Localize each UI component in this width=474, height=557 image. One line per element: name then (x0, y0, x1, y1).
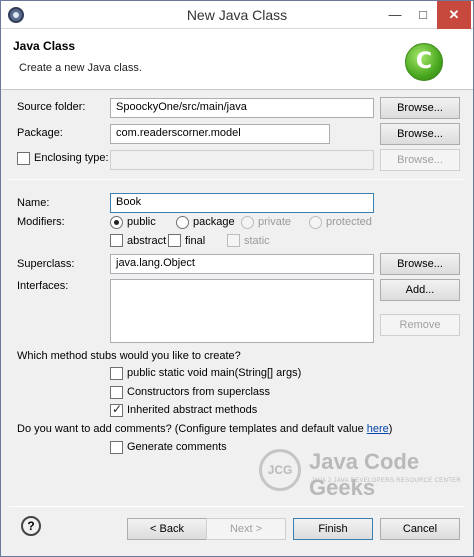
method-stubs-question: Which method stubs would you like to cre… (17, 350, 241, 362)
cancel-button[interactable]: Cancel (380, 518, 460, 540)
finish-button[interactable]: Finish (293, 518, 373, 540)
package-label: Package: (17, 127, 63, 139)
static-checkbox[interactable] (227, 234, 240, 247)
configure-templates-link[interactable]: here (367, 423, 389, 435)
maximize-button[interactable]: □ (406, 1, 440, 29)
enclosing-type-label: Enclosing type: (34, 152, 109, 164)
superclass-field[interactable]: java.lang.Object (110, 254, 374, 274)
interfaces-add-button[interactable]: Add... (380, 279, 460, 301)
source-folder-browse-button[interactable]: Browse... (380, 97, 460, 119)
button-bar: ? < Back Next > Finish Cancel (1, 509, 473, 556)
interfaces-remove-button[interactable]: Remove (380, 314, 460, 336)
generate-comments-checkbox[interactable] (110, 441, 123, 454)
page-description: Create a new Java class. (19, 62, 142, 74)
comments-question-suffix: ) (388, 423, 393, 435)
inherited-methods-label: Inherited abstract methods (127, 404, 258, 416)
protected-radio-label: protected (326, 216, 372, 228)
footer-separator (9, 506, 465, 507)
constructors-checkbox[interactable] (110, 386, 123, 399)
private-radio-label: private (258, 216, 292, 228)
interfaces-label: Interfaces: (17, 280, 69, 292)
final-checkbox[interactable] (168, 234, 181, 247)
comments-question: Do you want to add comments? (Configure … (17, 423, 392, 435)
public-radio-label: public (127, 216, 156, 228)
watermark-logo: JCG (259, 449, 301, 491)
watermark-tagline: JAVA 2 JAVA DEVELOPERS RESOURCE CENTER (311, 478, 461, 484)
abstract-checkbox-label: abstract (127, 235, 167, 247)
separator (9, 179, 465, 180)
protected-radio[interactable] (309, 216, 322, 229)
back-button[interactable]: < Back (127, 518, 207, 540)
interfaces-list[interactable] (110, 279, 374, 343)
main-method-label: public static void main(String[] args) (127, 367, 302, 379)
java-class-logo-icon: C (405, 43, 443, 81)
name-label: Name: (17, 197, 50, 209)
static-checkbox-label: static (244, 235, 270, 247)
final-checkbox-label: final (185, 235, 206, 247)
comments-question-text: Do you want to add comments? (Configure … (17, 423, 367, 435)
enclosing-type-checkbox[interactable] (17, 152, 30, 165)
title-bar: New Java Class — □ ✕ (1, 1, 473, 29)
package-browse-button[interactable]: Browse... (380, 123, 460, 145)
wizard-banner: Java Class Create a new Java class. (1, 29, 473, 90)
source-folder-field[interactable]: SpoockyOne/src/main/java (110, 98, 374, 118)
generate-comments-label: Generate comments (127, 441, 227, 453)
constructors-label: Constructors from superclass (127, 386, 271, 398)
source-folder-label-text: Source folder: (17, 101, 86, 113)
private-radio[interactable] (241, 216, 254, 229)
page-title: Java Class (13, 39, 76, 53)
main-method-checkbox[interactable] (110, 367, 123, 380)
watermark: JCG Java Code Geeks JAVA 2 JAVA DEVELOPE… (259, 447, 464, 500)
package-radio-label: package (193, 216, 235, 228)
package-field[interactable]: com.readerscorner.model (110, 124, 330, 144)
superclass-browse-button[interactable]: Browse... (380, 253, 460, 275)
enclosing-type-field[interactable] (110, 150, 374, 170)
package-radio[interactable] (176, 216, 189, 229)
close-button[interactable]: ✕ (437, 1, 471, 29)
name-field[interactable]: Book (110, 193, 374, 213)
inherited-methods-checkbox[interactable] (110, 402, 123, 417)
superclass-label: Superclass: (17, 258, 75, 270)
next-button[interactable]: Next > (206, 518, 286, 540)
public-radio[interactable] (110, 216, 123, 229)
source-folder-label: Source folder: (17, 101, 85, 113)
modifiers-label: Modifiers: (17, 216, 65, 228)
enclosing-type-browse-button[interactable]: Browse... (380, 149, 460, 171)
new-java-class-dialog: New Java Class — □ ✕ Java Class Create a… (0, 0, 474, 557)
watermark-name: Java Code Geeks (309, 449, 420, 500)
abstract-checkbox[interactable] (110, 234, 123, 247)
help-icon[interactable]: ? (21, 516, 41, 536)
